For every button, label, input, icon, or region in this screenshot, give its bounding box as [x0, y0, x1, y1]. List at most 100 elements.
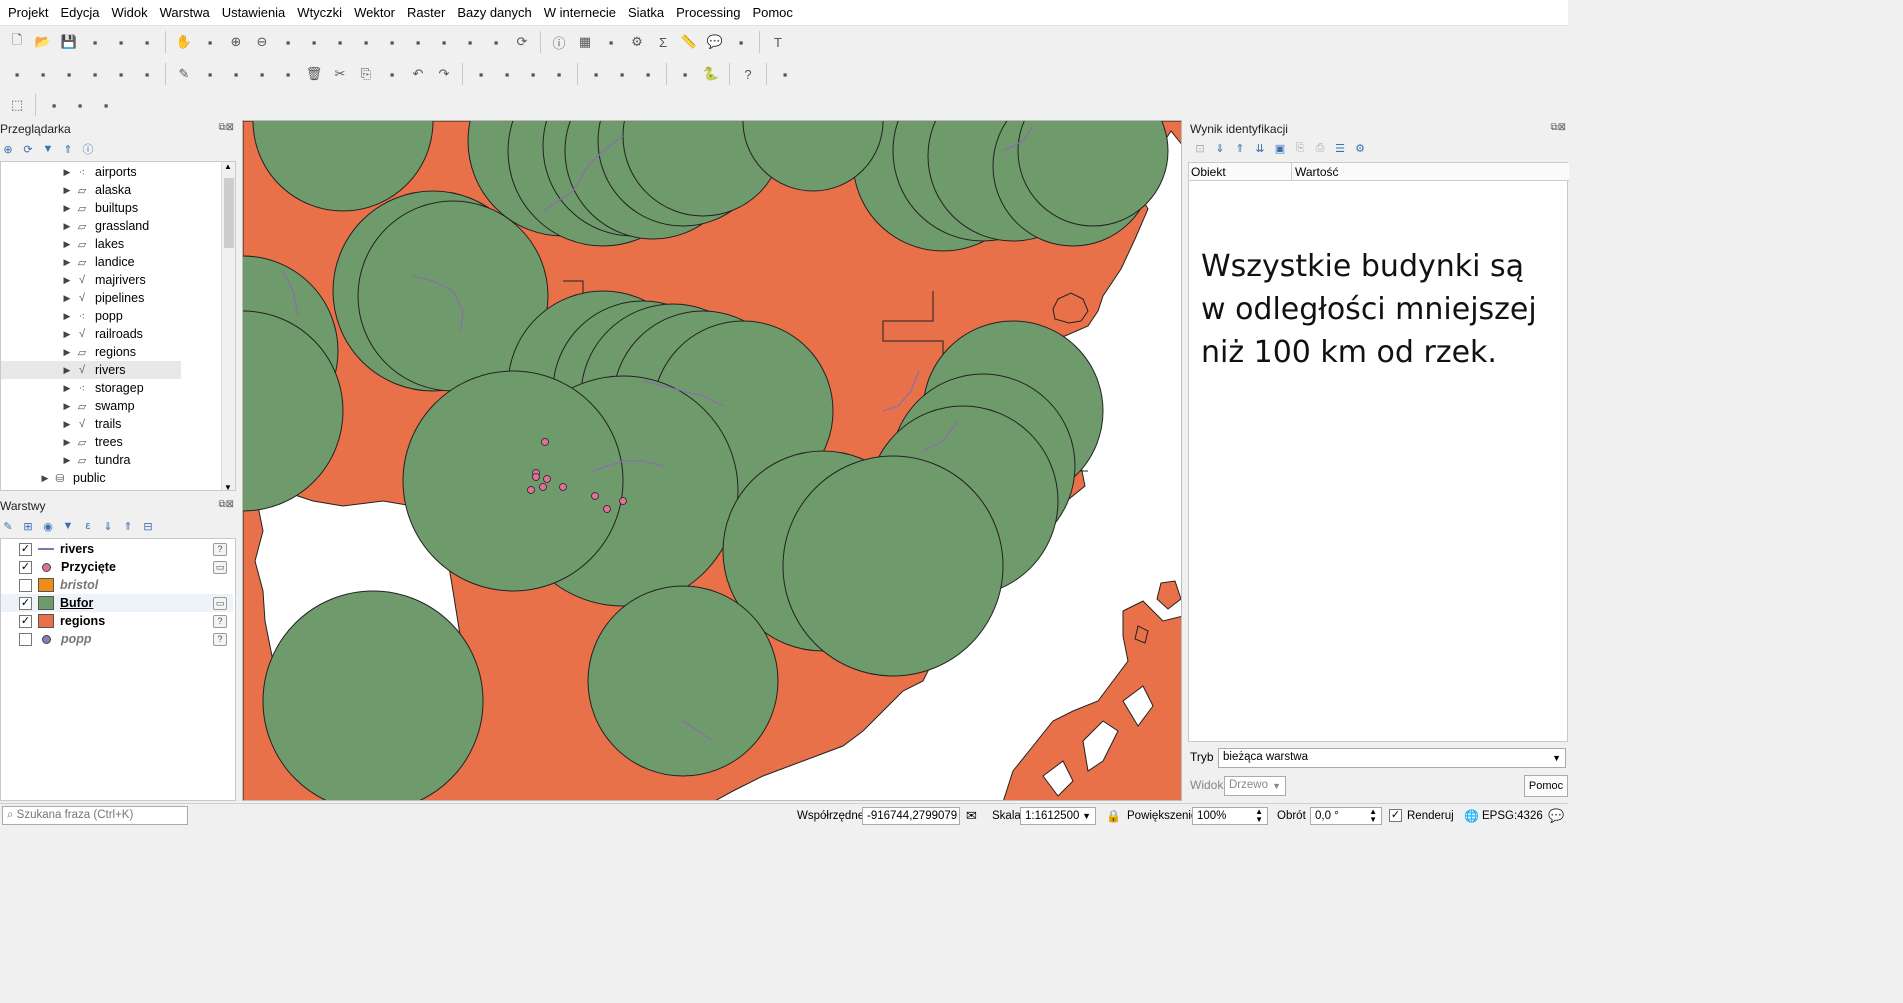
browser-item[interactable]: ▶ ▱ regions — [61, 343, 181, 361]
measure-icon[interactable]: 📏 — [678, 31, 700, 53]
menu-item-4[interactable]: Ustawienia — [216, 0, 292, 26]
settings-icon[interactable]: ⚙ — [1352, 140, 1368, 156]
style-manager-icon[interactable]: ▪ — [136, 31, 158, 53]
zoom-next-icon[interactable]: ▪ — [407, 31, 429, 53]
menu-item-0[interactable]: Projekt — [2, 0, 54, 26]
filter-expression-icon[interactable]: ε — [80, 518, 96, 534]
zoom-out-icon[interactable]: ⊖ — [251, 31, 273, 53]
expand-arrow-icon[interactable]: ▶ — [61, 185, 73, 196]
statistics-icon[interactable]: ▪ — [600, 31, 622, 53]
layer-item[interactable]: ✓ Przycięte ▭ — [1, 558, 233, 576]
edit-pencil-icon[interactable]: ✎ — [173, 63, 195, 85]
coordinate-input[interactable]: -916744,2799079 — [862, 807, 960, 825]
zoom-to-selection-icon[interactable]: ▪ — [303, 31, 325, 53]
clear-results-icon[interactable]: ⊡ — [1192, 140, 1208, 156]
select-all-icon[interactable]: ▪ — [69, 94, 91, 116]
column-object[interactable]: Obiekt — [1191, 165, 1226, 179]
expand-arrow-icon[interactable]: ▶ — [39, 473, 51, 484]
collapse-tree-icon[interactable]: ⇑ — [1232, 140, 1248, 156]
browser-item[interactable]: ▶ ⁖ popp — [61, 307, 181, 325]
collapse-all-icon[interactable]: ⇑ — [120, 518, 136, 534]
open-project-icon[interactable]: 📂 — [32, 31, 54, 53]
new-bookmark-icon[interactable]: ▪ — [433, 31, 455, 53]
layer-item[interactable]: popp? — [1, 630, 233, 648]
expand-arrow-icon[interactable]: ▶ — [61, 329, 73, 340]
browser-item[interactable]: ▶ ▱ landice — [61, 253, 181, 271]
lock-scale-icon[interactable]: 🔒 — [1106, 807, 1121, 825]
expand-new-icon[interactable]: ⇊ — [1252, 140, 1268, 156]
magnifier-spinbox[interactable]: 100% ▲ ▼ — [1192, 807, 1268, 825]
column-value[interactable]: Wartość — [1295, 165, 1339, 179]
browser-item[interactable]: ▶ ▱ alaska — [61, 181, 181, 199]
browser-item[interactable]: ▶ ▱ trees — [61, 433, 181, 451]
zoom-to-layer-icon[interactable]: ▪ — [329, 31, 351, 53]
add-selected-icon[interactable]: ⊕ — [0, 141, 16, 157]
collapse-all-icon[interactable]: ⇑ — [60, 141, 76, 157]
toggle-extent-icon[interactable]: ✉ — [966, 807, 977, 825]
expand-arrow-icon[interactable]: ▶ — [61, 347, 73, 358]
browser-schema-public[interactable]: ▶ ⛁ public — [39, 469, 217, 487]
map-tips-icon[interactable]: 💬 — [704, 31, 726, 53]
clear-highlight-icon[interactable]: ▣ — [1272, 140, 1288, 156]
expand-arrow-icon[interactable]: ▶ — [61, 203, 73, 214]
expand-arrow-icon[interactable]: ▶ — [61, 275, 73, 286]
manage-visibility-icon[interactable]: ◉ — [40, 518, 56, 534]
browser-item[interactable]: ▶ √ rivers — [1, 361, 181, 379]
expand-arrow-icon[interactable]: ▶ — [61, 221, 73, 232]
add-delimited-icon[interactable]: ▪ — [84, 63, 106, 85]
panel-float-close-icon[interactable]: ⧉⊠ — [1550, 122, 1566, 133]
crs-button[interactable]: EPSG:4326 — [1482, 807, 1543, 825]
layer-visibility-checkbox[interactable]: ✓ — [19, 542, 32, 556]
remove-layer-icon[interactable]: ⊟ — [140, 518, 156, 534]
layer-indicator-icon[interactable]: ▭ — [213, 560, 227, 574]
crs-globe-icon[interactable]: 🌐 — [1464, 807, 1479, 825]
refresh-plugin-icon[interactable]: ▪ — [774, 63, 796, 85]
filter-legend-icon[interactable]: ▼ — [60, 518, 76, 534]
expand-arrow-icon[interactable]: ▶ — [61, 167, 73, 178]
menu-item-11[interactable]: Processing — [670, 0, 746, 26]
select-features-icon[interactable]: ⬚ — [6, 94, 28, 116]
expand-all-icon[interactable]: ⇓ — [100, 518, 116, 534]
osm-icon[interactable]: ▪ — [674, 63, 696, 85]
deselect-icon[interactable]: ▪ — [95, 94, 117, 116]
toggle-edit-icon[interactable]: ▪ — [199, 63, 221, 85]
layer-indicator-icon[interactable]: ▭ — [213, 596, 227, 610]
expand-tree-icon[interactable]: ⇓ — [1212, 140, 1228, 156]
menu-item-3[interactable]: Warstwa — [154, 0, 216, 26]
rotate-label-icon[interactable]: ▪ — [611, 63, 633, 85]
menu-item-6[interactable]: Wektor — [348, 0, 401, 26]
add-feature-icon[interactable]: ▪ — [251, 63, 273, 85]
layer-visibility-checkbox[interactable] — [19, 632, 32, 646]
redo-icon[interactable]: ↷ — [433, 63, 455, 85]
menu-item-7[interactable]: Raster — [401, 0, 451, 26]
add-postgis-icon[interactable]: ▪ — [110, 63, 132, 85]
expand-arrow-icon[interactable]: ▶ — [61, 311, 73, 322]
menu-item-5[interactable]: Wtyczki — [291, 0, 348, 26]
save-project-icon[interactable]: 💾 — [58, 31, 80, 53]
expand-arrow-icon[interactable]: ▶ — [61, 257, 73, 268]
browser-item[interactable]: ▶ ▱ lakes — [61, 235, 181, 253]
view-select[interactable]: Drzewo ▼ — [1224, 776, 1286, 796]
layer-item[interactable]: bristol — [1, 576, 233, 594]
attribute-table-icon[interactable]: ▦ — [574, 31, 596, 53]
layer-visibility-checkbox[interactable]: ✓ — [19, 560, 32, 574]
move-label-icon[interactable]: ▪ — [585, 63, 607, 85]
delete-icon[interactable]: 🗑 — [303, 63, 325, 85]
filter-icon[interactable]: ▼ — [40, 141, 56, 157]
browser-item[interactable]: ▶ ⁖ airports — [61, 163, 181, 181]
zoom-in-icon[interactable]: ⊕ — [225, 31, 247, 53]
layer-indicator-icon[interactable]: ? — [213, 542, 227, 556]
panel-float-close-icon[interactable]: ⧉⊠ — [218, 122, 234, 133]
layer-indicator-icon[interactable]: ? — [213, 614, 227, 628]
browser-item[interactable]: ▶ ⁖ storagep — [61, 379, 181, 397]
pan-to-selection-icon[interactable]: ▪ — [199, 31, 221, 53]
temporal-icon[interactable]: ▪ — [485, 31, 507, 53]
browser-item[interactable]: ▶ ▱ swamp — [61, 397, 181, 415]
refresh-icon[interactable]: ⟳ — [20, 141, 36, 157]
panel-float-close-icon[interactable]: ⧉⊠ — [218, 499, 234, 510]
expand-arrow-icon[interactable]: ▶ — [61, 383, 73, 394]
menu-item-10[interactable]: Siatka — [622, 0, 670, 26]
browser-item[interactable]: ▶ ▱ builtups — [61, 199, 181, 217]
processing-toolbox-icon[interactable]: ⚙ — [626, 31, 648, 53]
print-layout-icon[interactable]: ▪ — [110, 31, 132, 53]
